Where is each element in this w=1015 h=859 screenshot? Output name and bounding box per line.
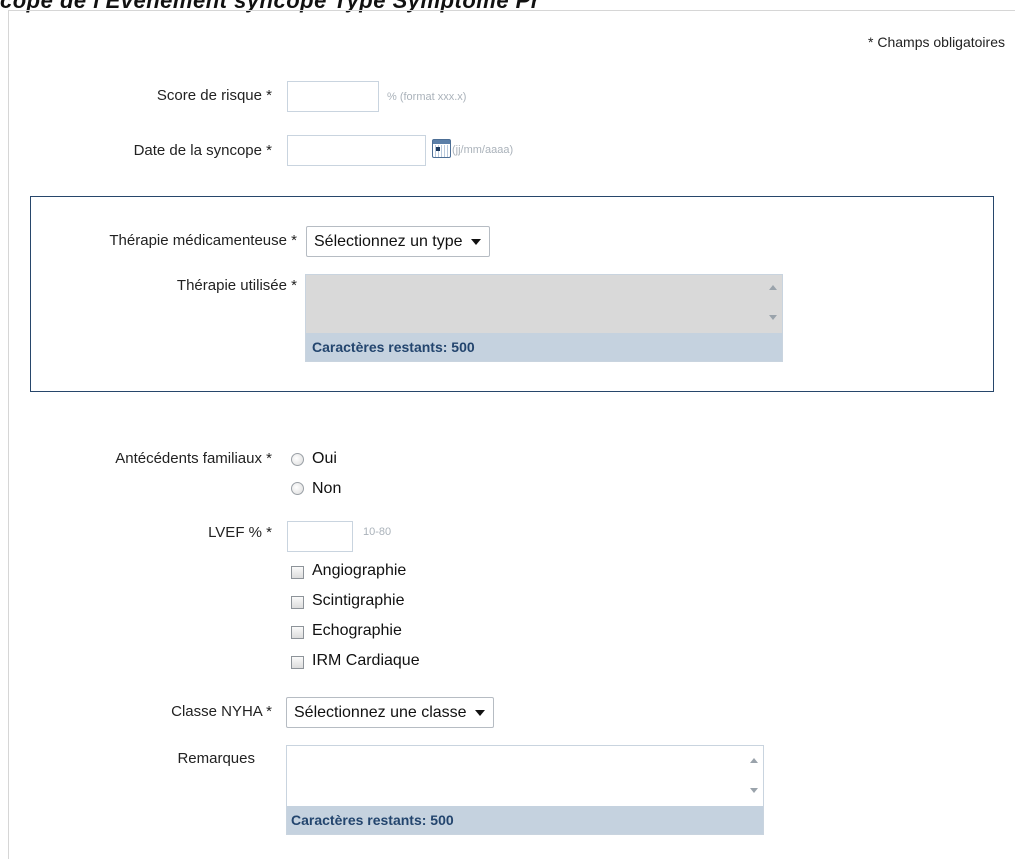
remarks-field: Caractères restants: 500 xyxy=(286,745,764,835)
therapy-used-textarea[interactable] xyxy=(306,275,766,333)
echographie-label[interactable]: Echographie xyxy=(312,622,402,640)
therapy-used-scrollbar[interactable] xyxy=(765,275,782,333)
family-history-no-radio[interactable] xyxy=(291,482,304,495)
risk-score-label: Score de risque * xyxy=(156,87,272,104)
drug-therapy-select[interactable]: Sélectionnez un type xyxy=(306,226,490,257)
remarks-textarea[interactable] xyxy=(287,746,747,806)
risk-score-hint: % (format xxx.x) xyxy=(387,91,467,103)
scroll-up-icon[interactable] xyxy=(750,758,758,763)
remarks-scrollbar[interactable] xyxy=(746,746,763,806)
nyha-class-select[interactable]: Sélectionnez une classe xyxy=(286,697,494,728)
therapy-used-char-counter: Caractères restants: 500 xyxy=(306,333,782,361)
risk-score-input[interactable] xyxy=(287,81,379,112)
scintigraphie-checkbox[interactable] xyxy=(291,596,304,609)
scroll-down-icon[interactable] xyxy=(769,315,777,320)
scroll-up-icon[interactable] xyxy=(769,285,777,290)
irm-cardiaque-checkbox[interactable] xyxy=(291,656,304,669)
top-divider xyxy=(8,10,1015,11)
nyha-class-selected: Sélectionnez une classe xyxy=(294,704,467,721)
irm-cardiaque-label[interactable]: IRM Cardiaque xyxy=(312,652,420,670)
therapy-used-label: Thérapie utilisée * xyxy=(176,277,297,294)
required-fields-note: * Champs obligatoires xyxy=(868,34,1005,50)
family-history-no-label[interactable]: Non xyxy=(312,480,341,498)
lvef-range-hint: 10-80 xyxy=(363,526,392,538)
drug-therapy-selected: Sélectionnez un type xyxy=(314,233,463,250)
syncope-date-hint: (jj/mm/aaaa) xyxy=(452,144,514,156)
page-title: cope de l'Evenement syncope Type Symptôm… xyxy=(0,0,540,13)
lvef-input[interactable] xyxy=(287,521,353,552)
drug-therapy-label: Thérapie médicamenteuse * xyxy=(109,232,297,249)
angiographie-checkbox[interactable] xyxy=(291,566,304,579)
remarks-label: Remarques xyxy=(177,750,255,767)
dropdown-arrow-icon xyxy=(470,239,481,245)
lvef-label: LVEF % * xyxy=(208,524,272,541)
family-history-yes-label[interactable]: Oui xyxy=(312,450,337,468)
family-history-yes-radio[interactable] xyxy=(291,453,304,466)
remarks-char-counter: Caractères restants: 500 xyxy=(287,806,763,834)
syncope-date-label: Date de la syncope * xyxy=(133,142,272,159)
nyha-class-label: Classe NYHA * xyxy=(171,703,272,720)
syncope-date-input[interactable] xyxy=(287,135,426,166)
left-divider xyxy=(8,10,9,859)
calendar-icon[interactable] xyxy=(432,139,451,158)
dropdown-arrow-icon xyxy=(474,710,485,716)
family-history-label: Antécédents familiaux * xyxy=(115,450,272,467)
scintigraphie-label[interactable]: Scintigraphie xyxy=(312,592,405,610)
therapy-used-field: Caractères restants: 500 xyxy=(305,274,783,362)
angiographie-label[interactable]: Angiographie xyxy=(312,562,406,580)
echographie-checkbox[interactable] xyxy=(291,626,304,639)
scroll-down-icon[interactable] xyxy=(750,788,758,793)
